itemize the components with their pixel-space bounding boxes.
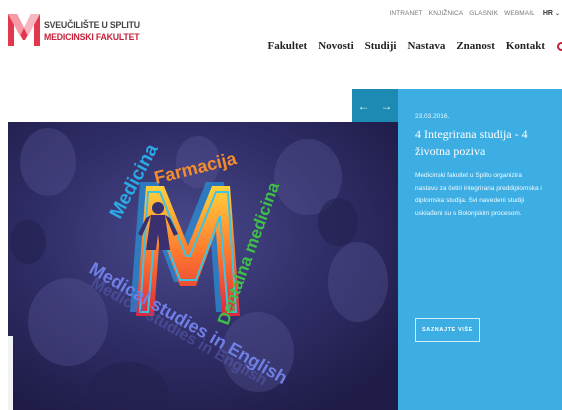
hero-image: Medicina Farmacija Dentalna medicina Med… xyxy=(8,122,398,410)
faculty-name: MEDICINSKI FAKULTET xyxy=(44,31,140,43)
hero-artwork: Medicina Farmacija Dentalna medicina Med… xyxy=(8,122,398,410)
arrow-right-icon[interactable]: → xyxy=(381,100,393,112)
language-label: HR xyxy=(542,10,553,17)
nav-item-fakultet[interactable]: Fakultet xyxy=(267,40,307,52)
nav-item-kontakt[interactable]: Kontakt xyxy=(506,40,545,52)
arrow-left-icon[interactable]: ← xyxy=(358,100,370,112)
slider-controls: ← → xyxy=(352,89,398,123)
learn-more-button[interactable]: SAZNAJTE VIŠE xyxy=(415,318,480,342)
utility-link-intranet[interactable]: INTRANET xyxy=(389,10,422,17)
utility-nav: INTRANET KNJIŽNICA GLASNIK WEBMAIL HR ⌄ xyxy=(389,10,560,17)
slide-date: 23.03.2016. xyxy=(415,113,450,120)
utility-link-library[interactable]: KNJIŽNICA xyxy=(429,10,464,17)
language-selector[interactable]: HR ⌄ xyxy=(543,10,560,17)
slide-description: Medicinski fakultet u Splitu organizira … xyxy=(415,172,542,217)
nav-item-novosti[interactable]: Novosti xyxy=(318,40,353,52)
main-nav: Fakultet Novosti Studiji Nastava Znanost… xyxy=(267,40,562,52)
nav-item-nastava[interactable]: Nastava xyxy=(407,40,445,52)
logo-wordmark: SVEUČILIŠTE U SPLITU MEDICINSKI FAKULTET xyxy=(44,21,148,42)
search-icon[interactable] xyxy=(557,41,562,51)
hero-edge-fade xyxy=(8,336,13,410)
slide-caption-panel: 23.03.2016. 4 Integrirana studija - 4 ži… xyxy=(398,89,562,410)
mf-logo-icon xyxy=(8,14,40,46)
slide-title[interactable]: 4 Integrirana studija - 4 životna poziva xyxy=(415,126,548,160)
university-name: SVEUČILIŠTE U SPLITU xyxy=(44,20,140,31)
nav-item-znanost[interactable]: Znanost xyxy=(456,40,495,52)
utility-link-bulletin[interactable]: GLASNIK xyxy=(469,10,498,17)
nav-item-studiji[interactable]: Studiji xyxy=(365,40,397,52)
utility-link-webmail[interactable]: WEBMAIL xyxy=(504,10,535,17)
chevron-down-icon: ⌄ xyxy=(554,11,560,17)
